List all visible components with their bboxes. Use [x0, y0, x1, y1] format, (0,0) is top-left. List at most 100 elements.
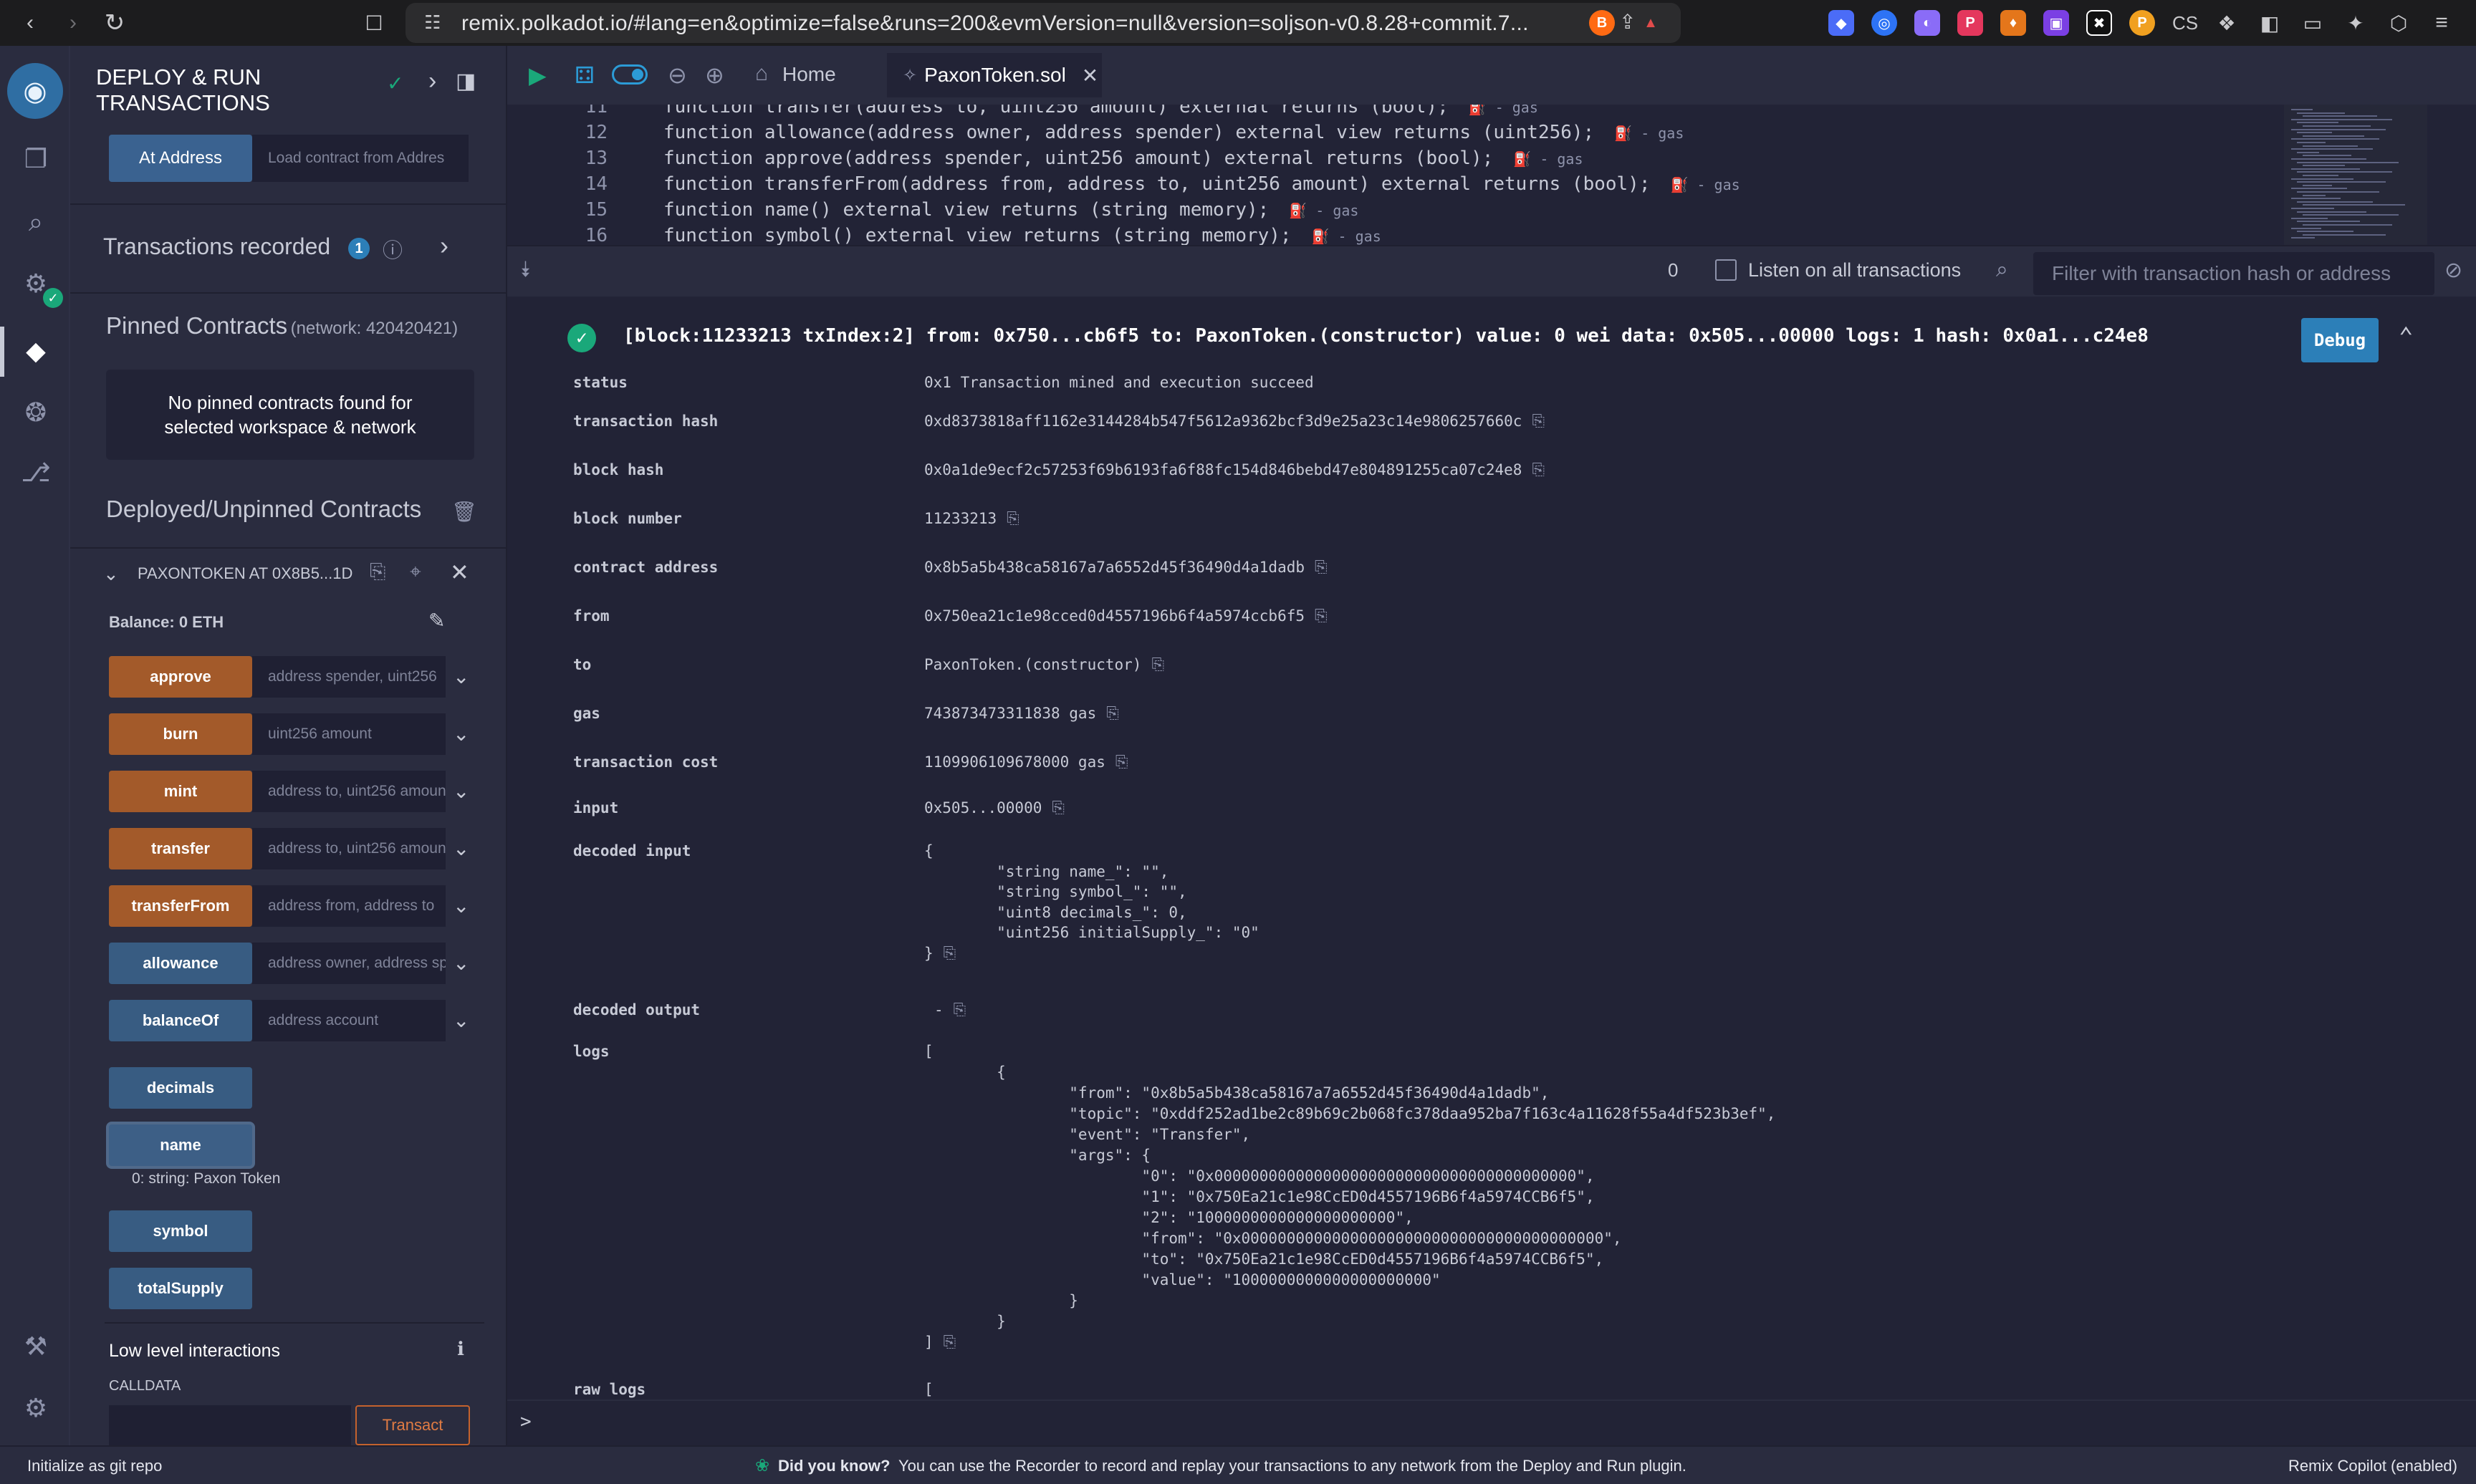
tx-header[interactable]: [block:11233213 txIndex:2] from: 0x750..…	[623, 325, 2149, 347]
transactions-recorded-label[interactable]: Transactions recorded	[103, 233, 330, 260]
extension-cs-icon[interactable]: CS	[2172, 10, 2198, 36]
collapse-terminal-icon[interactable]: ⯯	[519, 258, 532, 282]
plugin-manager-icon[interactable]: ⚒	[17, 1328, 54, 1365]
trash-icon[interactable]: 🗑	[451, 500, 477, 524]
clear-terminal-icon[interactable]: ⊘	[2444, 258, 2462, 283]
run-script-icon[interactable]: ▶	[529, 62, 547, 89]
extension-4-icon[interactable]: P	[1957, 10, 1983, 36]
remix-logo-icon[interactable]: ◉	[7, 63, 63, 119]
copy-icon[interactable]: ⎘	[1532, 461, 1545, 479]
code-editor[interactable]: 11 function transfer(address to, uint256 …	[507, 105, 2476, 245]
chevron-down-icon[interactable]: ⌄	[453, 951, 469, 975]
copy-icon[interactable]: ⎘	[944, 945, 956, 963]
zoom-in-icon[interactable]: ⊕	[705, 62, 724, 89]
chevron-down-icon[interactable]: ⌄	[453, 665, 469, 688]
bookmark-icon[interactable]: ☐	[360, 9, 388, 37]
fn-input-allowance[interactable]: address owner, address spender	[252, 943, 446, 984]
listen-checkbox[interactable]	[1715, 259, 1737, 281]
chevron-down-icon[interactable]: ⌄	[453, 894, 469, 917]
close-tab-icon[interactable]: ✕	[1082, 64, 1098, 87]
copilot-toggle[interactable]	[612, 64, 648, 85]
load-contract-input[interactable]: Load contract from Addres	[252, 135, 469, 182]
panel-layout-icon[interactable]: ◨	[456, 69, 476, 94]
contract-instance-label[interactable]: PAXONTOKEN AT 0X8B5...1D	[138, 564, 352, 583]
chevron-down-icon[interactable]: ⌄	[453, 837, 469, 860]
fn-button-transferFrom[interactable]: transferFrom	[109, 885, 252, 927]
copy-icon[interactable]: ⎘	[1151, 656, 1164, 674]
copy-icon[interactable]: ⎘	[1007, 510, 1019, 528]
fn-input-transferFrom[interactable]: address from, address to	[252, 885, 446, 927]
brave-rewards-icon[interactable]: ▲	[1638, 10, 1664, 36]
fn-button-burn[interactable]: burn	[109, 713, 252, 755]
fn-input-approve[interactable]: address spender, uint256	[252, 656, 446, 698]
chevron-right-icon[interactable]: ›	[428, 67, 436, 95]
extension-5-icon[interactable]: ▣	[2043, 10, 2069, 36]
close-icon[interactable]: ✕	[450, 559, 469, 586]
fn-input-mint[interactable]: address to, uint256 amount	[252, 771, 446, 812]
address-bar[interactable]: ☷ remix.polkadot.io/#lang=en&optimize=fa…	[406, 3, 1681, 43]
leo-ai-icon[interactable]: ✦	[2343, 10, 2369, 36]
vpn-icon[interactable]: ⬡	[2386, 10, 2412, 36]
fn-button-allowance[interactable]: allowance	[109, 943, 252, 984]
git-icon[interactable]: ⎇	[17, 454, 54, 491]
listen-label[interactable]: Listen on all transactions	[1748, 259, 1961, 281]
copy-icon[interactable]: ⎘	[370, 560, 385, 584]
at-address-button[interactable]: At Address	[109, 135, 252, 182]
extension-6-icon[interactable]: ✖	[2086, 10, 2112, 36]
filter-input[interactable]: Filter with transaction hash or address	[2033, 252, 2434, 295]
fn-button-transfer[interactable]: transfer	[109, 828, 252, 869]
chevron-down-icon[interactable]: ⌄	[103, 563, 119, 585]
copy-icon[interactable]: ⎘	[1052, 799, 1065, 817]
chevron-right-icon[interactable]: ›	[440, 231, 448, 261]
metamask-icon[interactable]: ♦	[2000, 10, 2026, 36]
copy-icon[interactable]: ⎘	[1532, 413, 1545, 430]
copy-icon[interactable]: ⎘	[1315, 559, 1328, 577]
extension-7-icon[interactable]: P	[2129, 10, 2155, 36]
copilot-status[interactable]: Remix Copilot (enabled)	[2288, 1457, 2457, 1475]
code-minimap[interactable]	[2284, 105, 2427, 245]
fn-input-balanceOf[interactable]: address account	[252, 1000, 446, 1041]
debug-button[interactable]: Debug	[2301, 318, 2379, 362]
info-icon[interactable]: ⓘ	[383, 235, 403, 264]
git-init-label[interactable]: Initialize as git repo	[27, 1457, 162, 1475]
copy-icon[interactable]: ⎘	[1115, 753, 1128, 771]
copy-icon[interactable]: ⎘	[1106, 705, 1119, 723]
fn-input-transfer[interactable]: address to, uint256 amount	[252, 828, 446, 869]
tab-home[interactable]: Home	[782, 63, 836, 86]
copy-icon[interactable]: ⎘	[1315, 607, 1328, 625]
search-icon[interactable]: ⌕	[17, 203, 54, 241]
extension-3-icon[interactable]: ◐	[1914, 10, 1940, 36]
calldata-input[interactable]	[109, 1405, 351, 1445]
share-icon[interactable]: ⇪	[1619, 10, 1636, 34]
pin-icon[interactable]: ⌖	[410, 560, 421, 584]
extension-2-icon[interactable]: ◎	[1871, 10, 1897, 36]
debugger-icon[interactable]: ❂	[17, 394, 54, 431]
terminal-input-row[interactable]: >	[507, 1399, 2476, 1445]
wallet-icon[interactable]: ▭	[2300, 10, 2326, 36]
transact-button[interactable]: Transact	[355, 1405, 470, 1445]
search-icon[interactable]: ⌕	[1996, 258, 2008, 282]
call-button-decimals[interactable]: decimals	[109, 1067, 252, 1109]
home-icon[interactable]: ⌂	[755, 62, 768, 86]
fn-button-mint[interactable]: mint	[109, 771, 252, 812]
reload-icon[interactable]: ↻	[100, 9, 129, 37]
fn-button-approve[interactable]: approve	[109, 656, 252, 698]
call-button-totalSupply[interactable]: totalSupply	[109, 1268, 252, 1309]
deploy-run-icon[interactable]: ◆	[17, 332, 54, 370]
chevron-down-icon[interactable]: ⌄	[453, 722, 469, 746]
copy-icon[interactable]: ⎘	[954, 1001, 966, 1019]
forward-icon[interactable]: ›	[59, 9, 87, 37]
back-icon[interactable]: ‹	[16, 9, 44, 37]
call-button-symbol[interactable]: symbol	[109, 1210, 252, 1252]
tab-paxontoken[interactable]: ✧ PaxonToken.sol ✕	[887, 53, 1102, 97]
settings-gear-icon[interactable]: ⚙	[17, 1389, 54, 1427]
call-button-name[interactable]: name	[109, 1124, 252, 1166]
brave-shields-icon[interactable]: B	[1589, 10, 1615, 36]
edit-icon[interactable]: ✎	[428, 609, 445, 632]
site-settings-icon[interactable]: ☷	[424, 11, 441, 34]
chevron-up-icon[interactable]: ⌃	[2399, 322, 2413, 351]
chevron-down-icon[interactable]: ⌄	[453, 1008, 469, 1032]
extension-1-icon[interactable]: ◆	[1828, 10, 1854, 36]
zoom-out-icon[interactable]: ⊖	[668, 62, 687, 89]
fn-input-burn[interactable]: uint256 amount	[252, 713, 446, 755]
